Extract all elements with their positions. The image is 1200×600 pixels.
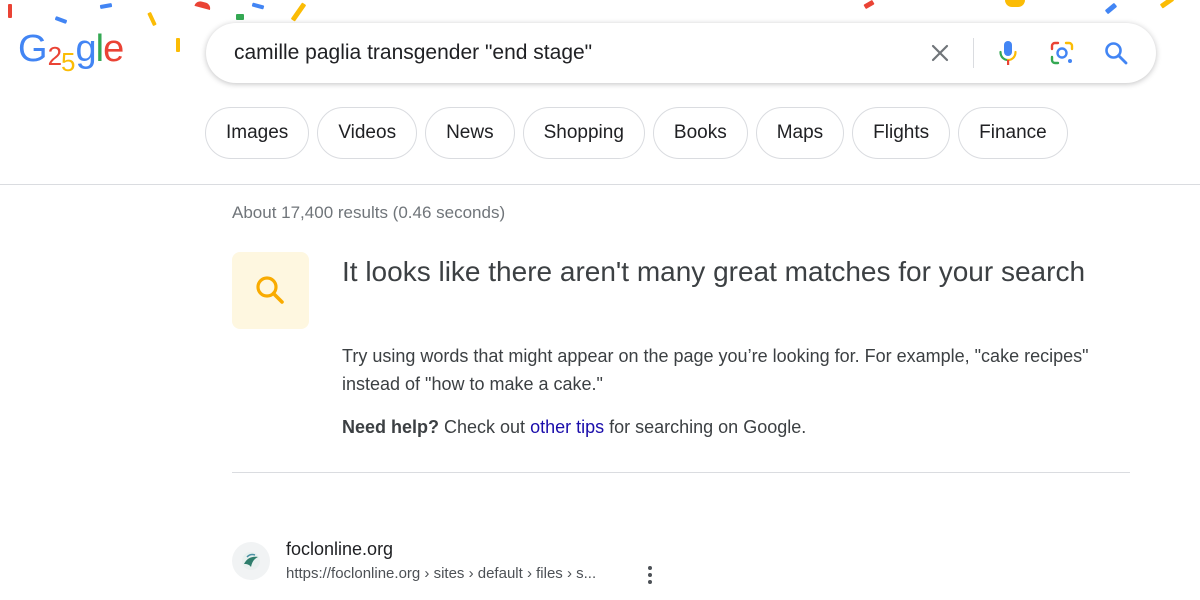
confetti-piece	[1104, 2, 1118, 15]
other-tips-link[interactable]: other tips	[530, 417, 604, 437]
notice-help-text: Check out	[439, 417, 531, 437]
filter-chip-videos[interactable]: Videos	[317, 107, 418, 159]
confetti-piece	[99, 2, 113, 10]
notice-divider	[232, 472, 1130, 473]
kebab-dot	[648, 580, 652, 584]
site-favicon-icon[interactable]	[232, 542, 270, 580]
search-icon[interactable]	[1100, 37, 1132, 69]
kebab-dot	[648, 573, 652, 577]
confetti-piece	[54, 16, 68, 24]
confetti-piece	[290, 2, 307, 22]
microphone-icon[interactable]	[992, 37, 1024, 69]
search-box[interactable]: camille paglia transgender "end stage"	[206, 23, 1156, 83]
header-divider	[0, 184, 1200, 185]
filter-chip-books[interactable]: Books	[652, 107, 748, 159]
result-site-name[interactable]: foclonline.org	[286, 539, 393, 560]
logo-letter: e	[103, 28, 124, 70]
filter-chip-shopping[interactable]: Shopping	[522, 107, 645, 159]
confetti-piece	[194, 0, 212, 10]
notice-search-icon	[232, 252, 309, 329]
notice-help-bold: Need help?	[342, 417, 440, 437]
confetti-piece	[1005, 0, 1025, 7]
confetti-piece	[236, 14, 244, 20]
filter-chip-images[interactable]: Images	[205, 107, 310, 159]
filter-chip-maps[interactable]: Maps	[755, 107, 845, 159]
logo-letter: l	[95, 28, 105, 70]
more-options-icon[interactable]	[640, 563, 660, 587]
confetti-piece	[8, 4, 12, 18]
search-box-divider	[973, 38, 974, 68]
confetti-piece	[176, 38, 180, 52]
result-url-breadcrumb[interactable]: https://foclonline.org › sites › default…	[286, 565, 596, 582]
clear-icon[interactable]	[924, 37, 956, 69]
confetti-piece	[251, 2, 265, 10]
google-doodle-logo[interactable]: G 2 5 g l e	[18, 28, 124, 75]
logo-letter: g	[75, 28, 97, 70]
notice-help: Need help? Check out other tips for sear…	[342, 413, 1122, 441]
result-stats: About 17,400 results (0.46 seconds)	[232, 203, 506, 222]
notice-body: Try using words that might appear on the…	[342, 346, 1089, 394]
logo-letter: 2	[47, 41, 63, 71]
filter-chip-flights[interactable]: Flights	[852, 107, 951, 159]
search-results-page: G 2 5 g l e camille paglia transgender "…	[0, 0, 1200, 600]
kebab-dot	[648, 566, 652, 570]
confetti-piece	[147, 11, 157, 27]
confetti-piece	[863, 0, 875, 10]
notice-title: It looks like there aren't many great ma…	[342, 256, 1086, 287]
google-lens-icon[interactable]	[1046, 37, 1078, 69]
search-input[interactable]: camille paglia transgender "end stage"	[234, 23, 592, 83]
logo-letter: 5	[61, 47, 76, 77]
logo-letter: G	[18, 28, 48, 70]
filter-chip-news[interactable]: News	[425, 107, 515, 159]
notice-help-text: for searching on Google.	[604, 417, 807, 437]
confetti-piece	[1159, 0, 1175, 9]
filter-chip-finance[interactable]: Finance	[958, 107, 1068, 159]
search-filter-chips: Images Videos News Shopping Books Maps F…	[205, 107, 1068, 159]
